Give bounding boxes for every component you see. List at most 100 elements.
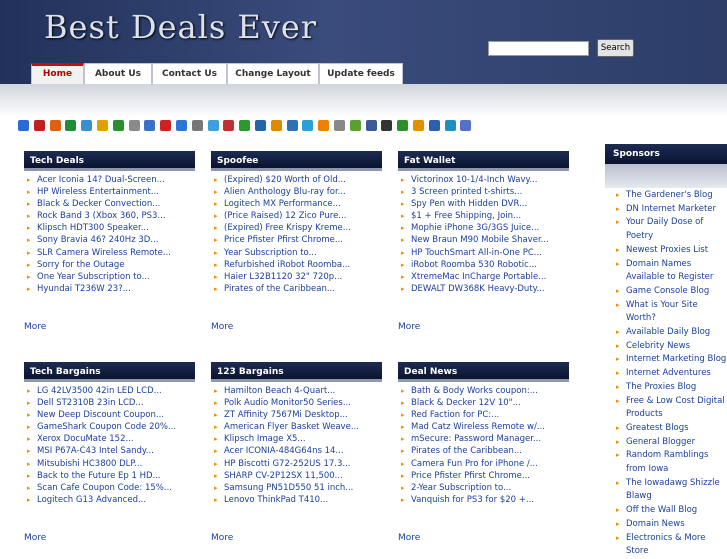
feed-item-link[interactable]: HP Wireless Entertainment... bbox=[37, 187, 159, 197]
feed-icon[interactable] bbox=[349, 120, 361, 131]
more-link[interactable]: More bbox=[24, 533, 46, 543]
reddit-icon[interactable] bbox=[49, 120, 61, 131]
technorati-icon[interactable] bbox=[144, 120, 156, 131]
feed-item-link[interactable]: Red Faction for PC:... bbox=[411, 410, 499, 420]
yahoo-icon[interactable] bbox=[160, 120, 172, 131]
site-title[interactable]: Best Deals Ever bbox=[44, 8, 317, 46]
feed-item-link[interactable]: Xerox DocuMate 152... bbox=[37, 434, 134, 444]
feed-item-link[interactable]: Samsung PN51D550 51 inch... bbox=[224, 483, 353, 493]
feed-item-link[interactable]: Acer ICONIA-484G64ns 14... bbox=[224, 446, 344, 456]
feed-item-link[interactable]: Back to the Future Ep 1 HD... bbox=[37, 471, 161, 481]
live-icon[interactable] bbox=[302, 120, 314, 131]
feed-item-link[interactable]: Hyundai T236W 23?... bbox=[37, 284, 131, 294]
more-link[interactable]: More bbox=[211, 322, 233, 332]
feed-item-link[interactable]: American Flyer Basket Weave... bbox=[224, 422, 359, 432]
more-link[interactable]: More bbox=[211, 533, 233, 543]
feed-item-link[interactable]: One Year Subscription to... bbox=[37, 272, 150, 282]
feed-item-link[interactable]: ZT Affinity 7567Mi Desktop... bbox=[224, 410, 348, 420]
email-icon[interactable] bbox=[444, 120, 456, 131]
more-link[interactable]: More bbox=[24, 322, 46, 332]
sponsor-link[interactable]: Off the Wall Blog bbox=[626, 505, 697, 515]
sponsor-link[interactable]: Newest Proxies List bbox=[626, 245, 708, 255]
feed-item-link[interactable]: Sorry for the Outage bbox=[37, 260, 124, 270]
feed-item-link[interactable]: iRobot Roomba 530 Robotic... bbox=[411, 260, 537, 270]
feed-item-link[interactable]: Pirates of the Caribbean... bbox=[224, 284, 335, 294]
sponsor-link[interactable]: General Blogger bbox=[626, 437, 695, 447]
sponsor-link[interactable]: Free & Low Cost Digital Products bbox=[626, 396, 725, 420]
feed-item-link[interactable]: Bath & Body Works coupon:... bbox=[411, 386, 538, 396]
magnolia-icon[interactable] bbox=[112, 120, 124, 131]
feed-item-link[interactable]: Refurbished iRobot Roomba... bbox=[224, 260, 350, 270]
simpy-icon[interactable] bbox=[239, 120, 251, 131]
facebook-icon[interactable] bbox=[365, 120, 377, 131]
tab-home[interactable]: Home bbox=[31, 63, 84, 84]
feed-item-link[interactable]: mSecure: Password Manager... bbox=[411, 434, 541, 444]
tab-update-feeds[interactable]: Update feeds bbox=[319, 63, 403, 84]
tab-about-us[interactable]: About Us bbox=[84, 63, 152, 84]
more-link[interactable]: More bbox=[398, 533, 420, 543]
diigo-icon[interactable] bbox=[286, 120, 298, 131]
myspace-icon[interactable] bbox=[381, 120, 393, 131]
tab-contact-us[interactable]: Contact Us bbox=[152, 63, 227, 84]
mixx-icon[interactable] bbox=[428, 120, 440, 131]
sponsor-link[interactable]: What is Your Site Worth? bbox=[626, 300, 698, 324]
sponsor-link[interactable]: Random Ramblings from Iowa bbox=[626, 450, 708, 474]
feed-item-link[interactable]: Lenovo ThinkPad T410... bbox=[224, 495, 328, 505]
sponsor-link[interactable]: Electronics & More Store bbox=[626, 533, 705, 557]
search-button[interactable]: Search bbox=[597, 39, 634, 57]
digg-icon[interactable] bbox=[33, 120, 45, 131]
feed-item-link[interactable]: Logitech G13 Advanced... bbox=[37, 495, 146, 505]
feed-item-link[interactable]: GameShark Coupon Code 20%... bbox=[37, 422, 176, 432]
feed-item-link[interactable]: New Deep Discount Coupon... bbox=[37, 410, 164, 420]
feed-item-link[interactable]: (Price Raised) 12 Zico Pure... bbox=[224, 211, 346, 221]
rss-icon[interactable] bbox=[318, 120, 330, 131]
feed-item-link[interactable]: (Expired) Free Krispy Kreme... bbox=[224, 223, 351, 233]
feed-item-link[interactable]: Acer Iconia 14? Dual-Screen... bbox=[37, 175, 165, 185]
search-input[interactable] bbox=[488, 41, 589, 56]
feed-item-link[interactable]: Mad Catz Wireless Remote w/... bbox=[411, 422, 545, 432]
feed-item-link[interactable]: Price Pfister Pfirst Chrome... bbox=[411, 471, 530, 481]
netscape-icon[interactable] bbox=[255, 120, 266, 131]
feed-item-link[interactable]: $1 + Free Shipping, Join... bbox=[411, 211, 521, 221]
feed-item-link[interactable]: Pirates of the Caribbean... bbox=[411, 446, 522, 456]
feed-item-link[interactable]: 3 Screen printed t-shirts... bbox=[411, 187, 522, 197]
feed-item-link[interactable]: 2-Year Subscription to... bbox=[411, 483, 511, 493]
feed-item-link[interactable]: Black & Decker 12V 10"... bbox=[411, 398, 521, 408]
feed-item-link[interactable]: Spy Pen with Hidden DVR... bbox=[411, 199, 527, 209]
sponsor-link[interactable]: Internet Marketing Blog bbox=[626, 354, 726, 364]
sponsor-link[interactable]: The Iowadawg Shizzle Blawg bbox=[626, 478, 720, 502]
sponsor-link[interactable]: Greatest Blogs bbox=[626, 423, 689, 433]
newsvine-icon[interactable] bbox=[128, 120, 140, 131]
sponsor-link[interactable]: Celebrity News bbox=[626, 341, 690, 351]
feed-item-link[interactable]: Logitech MX Performance... bbox=[224, 199, 341, 209]
slashdot-icon[interactable] bbox=[270, 120, 282, 131]
feed-item-link[interactable]: Sony Bravia 46? 240Hz 3D... bbox=[37, 235, 158, 245]
sponsor-link[interactable]: DN Internet Marketer bbox=[626, 204, 716, 214]
feed-item-link[interactable]: Camera Fun Pro for iPhone /... bbox=[411, 459, 538, 469]
feed-item-link[interactable]: Vanquish for PS3 for $20 +... bbox=[411, 495, 534, 505]
feed-item-link[interactable]: New Braun M90 Mobile Shaver... bbox=[411, 235, 549, 245]
feed-item-link[interactable]: Alien Anthology Blu-ray for... bbox=[224, 187, 346, 197]
sponsor-link[interactable]: Available Daily Blog bbox=[626, 327, 710, 337]
feed-item-link[interactable]: SHARP CV-2P12SX 11,500... bbox=[224, 471, 343, 481]
feed-item-link[interactable]: SLR Camera Wireless Remote... bbox=[37, 248, 171, 258]
tab-change-layout[interactable]: Change Layout bbox=[227, 63, 319, 84]
sponsor-link[interactable]: Domain News bbox=[626, 519, 685, 529]
google-icon[interactable] bbox=[176, 120, 187, 131]
more-link[interactable]: More bbox=[398, 322, 420, 332]
sponsor-link[interactable]: The Proxies Blog bbox=[626, 382, 696, 392]
feed-item-link[interactable]: Klipsch Image X5... bbox=[224, 434, 306, 444]
feed-item-link[interactable]: Mophie iPhone 3G/3GS Juice... bbox=[411, 223, 539, 233]
bookmark-icon[interactable] bbox=[334, 120, 345, 131]
help-icon[interactable] bbox=[460, 120, 472, 131]
squidoo-icon[interactable] bbox=[413, 120, 424, 131]
feed-item-link[interactable]: Klipsch HDT300 Speaker... bbox=[37, 223, 149, 233]
feed-item-link[interactable]: MSI P67A-C43 Intel Sandy... bbox=[37, 446, 154, 456]
feed-item-link[interactable]: HP TouchSmart All-in-One PC... bbox=[411, 248, 542, 258]
stumbleupon-icon[interactable] bbox=[65, 120, 77, 131]
buzz-icon[interactable] bbox=[397, 120, 409, 131]
feed-item-link[interactable]: DEWALT DW368K Heavy-Duty... bbox=[411, 284, 545, 294]
feed-item-link[interactable]: Black & Decker Convection... bbox=[37, 199, 160, 209]
blinklist-icon[interactable] bbox=[97, 120, 108, 131]
feed-item-link[interactable]: HP Biscotti G72-252US 17.3... bbox=[224, 459, 351, 469]
